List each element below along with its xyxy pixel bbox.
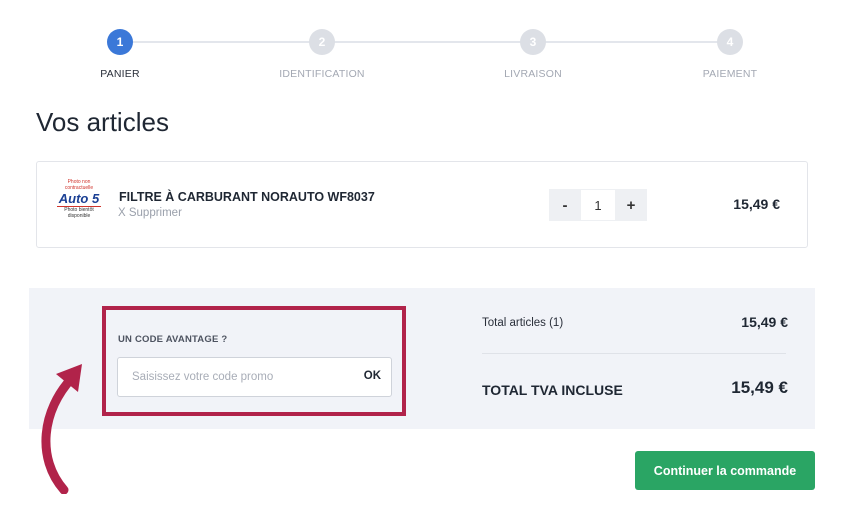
decrease-quantity-button[interactable]: -: [549, 189, 581, 221]
page-title: Vos articles: [36, 107, 169, 137]
total-articles-label: Total articles (1): [482, 317, 564, 329]
total-incl-vat-value: 15,49 €: [731, 378, 788, 397]
total-articles-value: 15,49 €: [741, 314, 788, 330]
step-2-circle: 2: [309, 29, 335, 55]
summary-divider: [482, 353, 786, 354]
remove-item-link[interactable]: X Supprimer: [118, 207, 182, 219]
product-image: Photo non contractuelle Auto 5 Photo bie…: [55, 179, 103, 228]
quantity-stepper: - 1 +: [549, 189, 647, 221]
order-summary-panel: UN CODE AVANTAGE ? OK Total articles (1)…: [29, 288, 815, 429]
continue-order-button[interactable]: Continuer la commande: [635, 451, 815, 490]
cart-item: Photo non contractuelle Auto 5 Photo bie…: [36, 161, 808, 248]
stepper-line: [120, 41, 730, 43]
increase-quantity-button[interactable]: +: [615, 189, 647, 221]
step-4-label: PAIEMENT: [702, 68, 758, 80]
promo-code-input[interactable]: [118, 358, 348, 396]
step-3-circle: 3: [520, 29, 546, 55]
brand-logo: Auto 5: [57, 191, 101, 207]
total-incl-vat-label: TOTAL TVA INCLUSE: [482, 382, 623, 398]
step-4-circle: 4: [717, 29, 743, 55]
promo-highlight-box: UN CODE AVANTAGE ? OK: [102, 306, 406, 416]
item-price: 15,49 €: [733, 196, 780, 212]
step-3-label: LIVRAISON: [504, 68, 562, 80]
step-1-circle: 1: [107, 29, 133, 55]
step-2-label: IDENTIFICATION: [279, 68, 365, 80]
promo-code-label: UN CODE AVANTAGE ?: [118, 334, 228, 345]
checkout-stepper: 1 2 3 4 PANIER IDENTIFICATION LIVRAISON …: [0, 0, 847, 90]
quantity-value[interactable]: 1: [581, 189, 615, 221]
promo-code-field: OK: [117, 357, 392, 397]
product-image-top-text: Photo non contractuelle: [64, 179, 94, 191]
promo-submit-button[interactable]: OK: [364, 370, 381, 382]
step-1-label: PANIER: [100, 68, 140, 80]
product-image-bottom-text: Photo bientôt disponible: [64, 207, 94, 219]
annotation-arrow-icon: [41, 364, 82, 494]
product-name[interactable]: FILTRE À CARBURANT NORAUTO WF8037: [119, 190, 375, 204]
